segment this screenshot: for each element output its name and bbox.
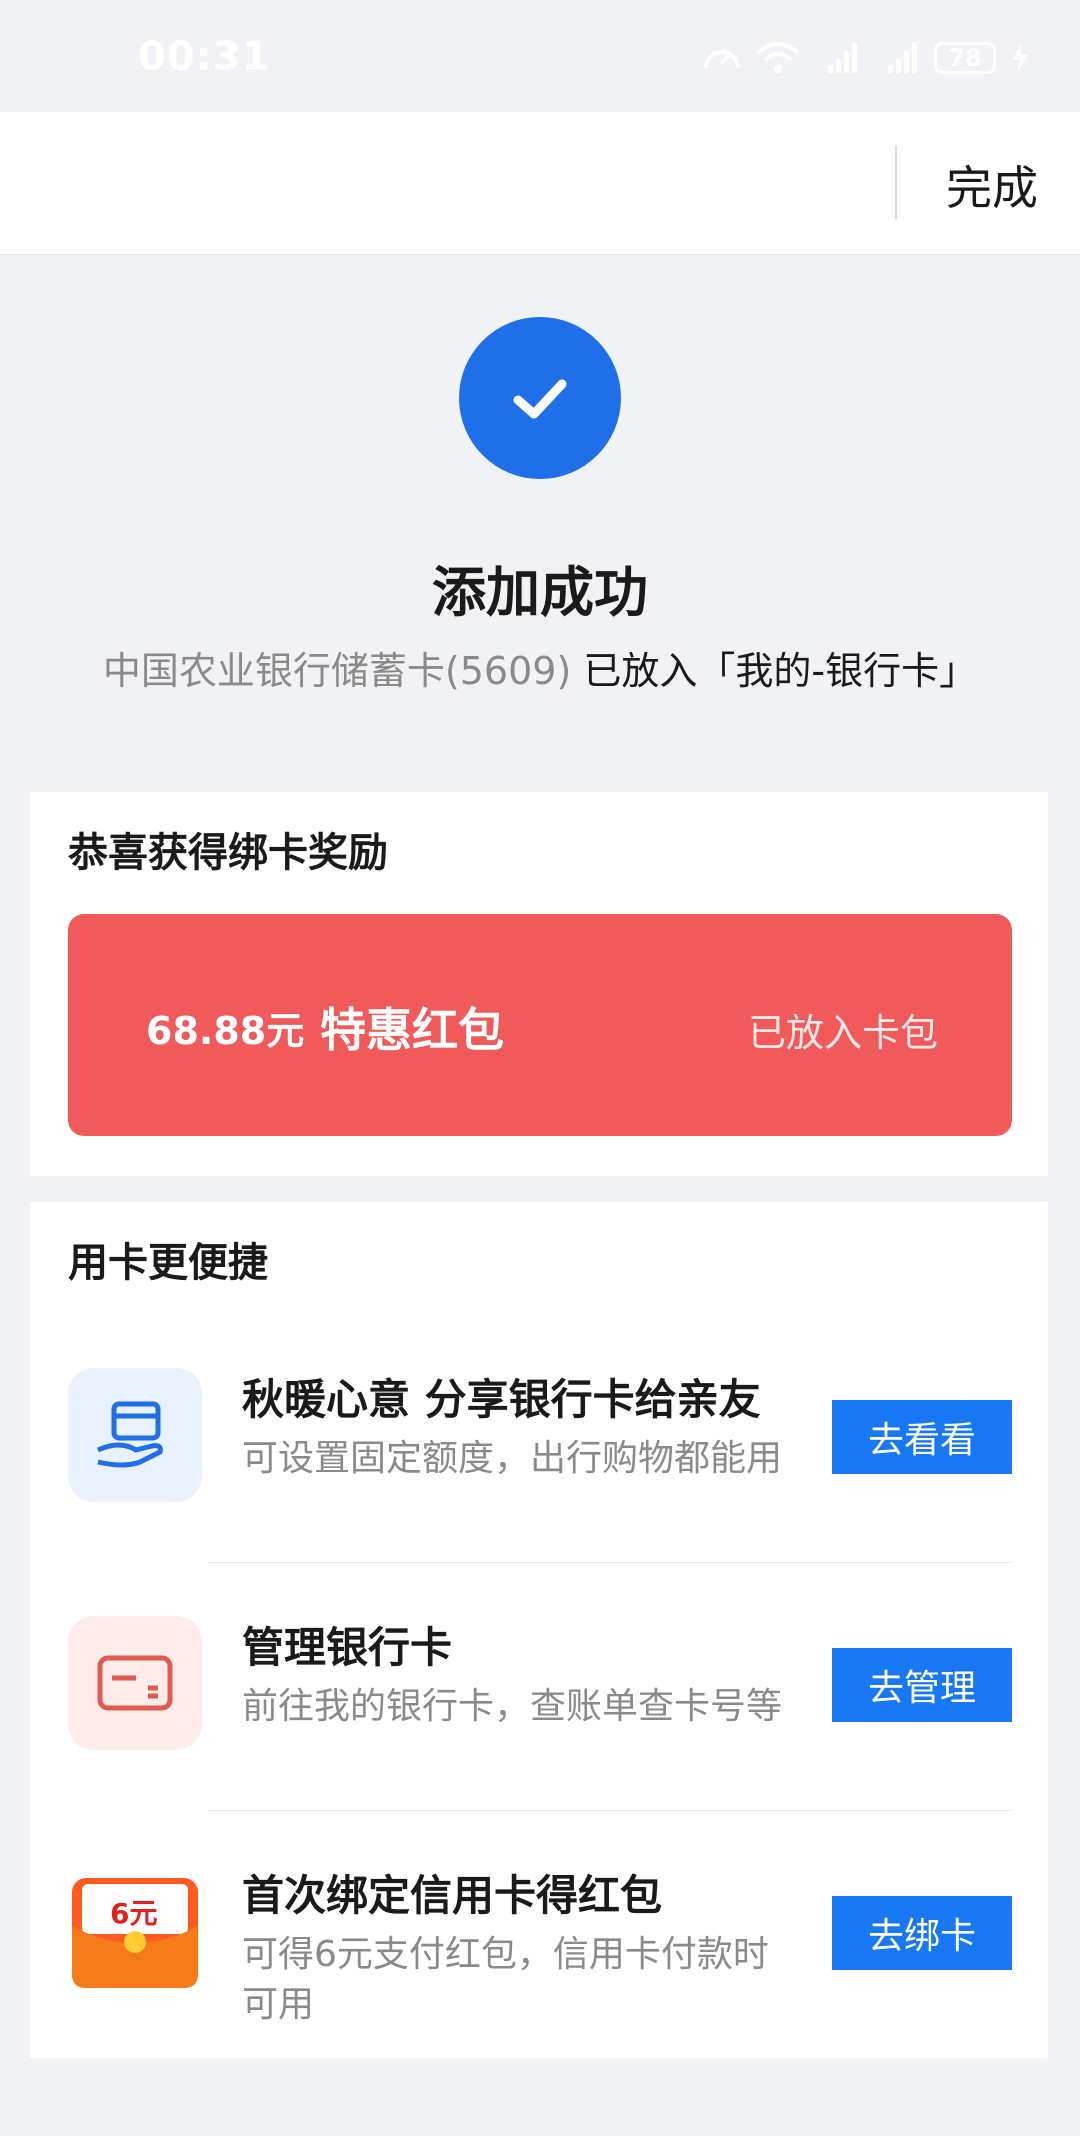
service-title: 管理银行卡 <box>242 1623 453 1672</box>
service-item-bind-credit-card: 6元 首次绑定信用卡得红包 可得6元支付红包，信用卡付款时可用 去绑卡 <box>30 1864 1048 2096</box>
service-title: 首次绑定信用卡得红包 <box>242 1871 663 1920</box>
reward-banner: 68.88元 特惠红包 已放入卡包 <box>68 914 1012 1136</box>
divider <box>895 146 897 220</box>
divider <box>208 1810 1012 1811</box>
service-description: 前往我的银行卡，查账单查卡号等 <box>242 1686 783 1727</box>
top-bar: 完成 <box>0 112 1080 255</box>
divider <box>208 1562 1012 1563</box>
signal-4g-icon <box>814 41 860 75</box>
reward-name: 特惠红包 <box>320 1003 504 1057</box>
card-location: 已放入「我的-银行卡」 <box>571 649 978 693</box>
go-see-button[interactable]: 去看看 <box>832 1400 1012 1474</box>
wifi-icon <box>756 41 800 75</box>
service-title: 秋暖心意 分享银行卡给亲友 <box>242 1375 761 1424</box>
charging-icon <box>1010 41 1030 75</box>
service-item-manage-card: 管理银行卡 前往我的银行卡，查账单查卡号等 去管理 <box>30 1616 1048 1848</box>
services-card: 用卡更便捷 秋暖心意 分享银行卡给亲友 可设置固定额度，出行购物都能用 去看看 … <box>30 1202 1048 2058</box>
status-bar: 00:31 78 <box>0 0 1080 112</box>
red-envelope-icon: 6元 <box>68 1864 202 1998</box>
service-description: 可设置固定额度，出行购物都能用 <box>242 1438 783 1479</box>
services-section-title: 用卡更便捷 <box>68 1240 268 1286</box>
battery-indicator: 78 <box>934 42 996 74</box>
envelope-label: 6元 <box>110 1897 158 1930</box>
reward-amount: 68.88元 <box>146 1009 305 1053</box>
speed-icon <box>702 40 742 76</box>
reward-card: 恭喜获得绑卡奖励 68.88元 特惠红包 已放入卡包 <box>30 792 1048 1176</box>
done-button[interactable]: 完成 <box>946 152 1038 218</box>
signal-4g-icon <box>874 41 920 75</box>
share-card-hand-icon <box>68 1368 202 1502</box>
status-time: 00:31 <box>138 34 271 80</box>
go-manage-button[interactable]: 去管理 <box>832 1648 1012 1722</box>
reward-section-title: 恭喜获得绑卡奖励 <box>68 830 388 876</box>
success-description: 中国农业银行储蓄卡(5609) 已放入「我的-银行卡」 <box>0 640 1080 695</box>
card-name: 中国农业银行储蓄卡(5609) <box>102 649 572 693</box>
service-item-share-card: 秋暖心意 分享银行卡给亲友 可设置固定额度，出行购物都能用 去看看 <box>30 1368 1048 1600</box>
success-check-icon <box>459 317 621 479</box>
go-bind-card-button[interactable]: 去绑卡 <box>832 1896 1012 1970</box>
bank-card-icon <box>68 1616 202 1750</box>
status-icons: 78 <box>702 36 1030 80</box>
service-description: 可得6元支付红包，信用卡付款时可用 <box>242 1934 769 2025</box>
reward-status: 已放入卡包 <box>747 1011 938 1055</box>
success-title: 添加成功 <box>432 561 648 624</box>
